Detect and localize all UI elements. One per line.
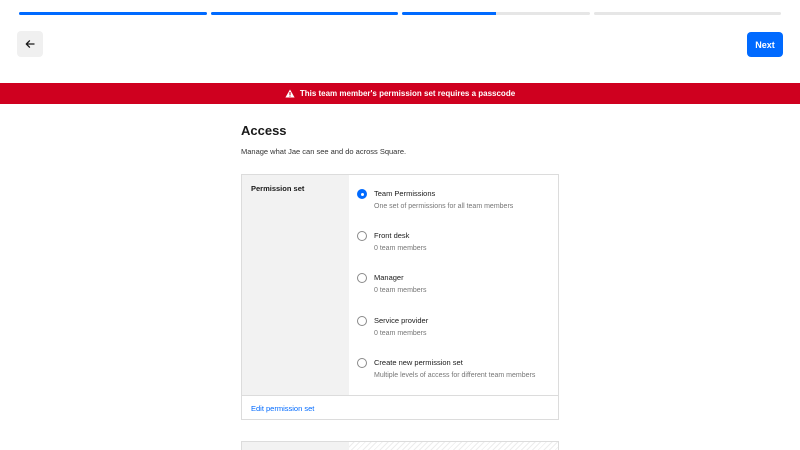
next-section-card <box>241 441 559 450</box>
next-section-loading-placeholder <box>349 442 558 450</box>
option-title: Service provider <box>374 316 429 325</box>
progress-fill <box>19 12 207 15</box>
edit-permission-set-link[interactable]: Edit permission set <box>251 404 314 413</box>
progress-segment-4 <box>593 12 781 15</box>
option-description: One set of permissions for all team memb… <box>374 203 514 210</box>
option-title: Front desk <box>374 231 410 240</box>
arrow-left-icon <box>25 40 35 48</box>
next-button[interactable]: Next <box>747 32 783 57</box>
radio-button[interactable] <box>357 189 367 199</box>
progress-fill <box>402 12 496 15</box>
radio-button[interactable] <box>357 231 367 241</box>
option-title: Manager <box>374 273 404 282</box>
option-description: 0 team members <box>374 245 427 252</box>
back-button[interactable] <box>17 31 43 57</box>
radio-button[interactable] <box>357 316 367 326</box>
permission-set-label-column: Permission set <box>242 175 349 395</box>
warning-icon <box>285 89 295 98</box>
progress-segment-1 <box>19 12 207 15</box>
page-title: Access <box>241 123 287 138</box>
passcode-warning-banner: This team member's permission set requir… <box>0 83 800 104</box>
option-description: Multiple levels of access for different … <box>374 372 536 379</box>
banner-message: This team member's permission set requir… <box>299 89 516 98</box>
next-section-label-column <box>242 442 349 450</box>
progress-fill <box>210 12 398 15</box>
permission-set-label: Permission set <box>251 184 305 193</box>
option-title: Create new permission set <box>374 358 463 367</box>
option-description: 0 team members <box>374 330 427 337</box>
progress-segment-2 <box>210 12 398 15</box>
page-subtitle: Manage what Jae can see and do across Sq… <box>241 147 407 156</box>
permission-set-card: Permission set Team Permissions One set … <box>241 174 559 420</box>
option-title: Team Permissions <box>374 189 436 198</box>
radio-button[interactable] <box>357 273 367 283</box>
permission-set-options: Team Permissions One set of permissions … <box>349 175 558 395</box>
permission-card-footer: Edit permission set <box>242 395 558 420</box>
radio-button[interactable] <box>357 358 367 368</box>
progress-bar <box>19 12 781 15</box>
option-description: 0 team members <box>374 287 427 294</box>
progress-segment-3 <box>402 12 590 15</box>
